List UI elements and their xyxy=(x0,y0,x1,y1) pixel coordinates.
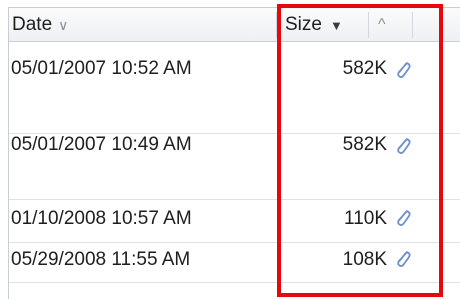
size-column-label: Size xyxy=(285,14,322,35)
column-header-bar: Date ∨ Size ▼ ^ xyxy=(8,7,460,42)
sort-descending-icon: ▼ xyxy=(329,18,343,33)
row-size: 108K xyxy=(342,249,387,270)
size-column-header[interactable]: Size ▼ xyxy=(285,8,343,41)
column-divider[interactable] xyxy=(412,12,413,38)
row-size: 582K xyxy=(342,134,387,155)
row-date: 05/01/2007 10:49 AM xyxy=(11,134,192,155)
paperclip-icon xyxy=(397,138,411,154)
row-date: 05/29/2008 11:55 AM xyxy=(11,249,191,270)
paperclip-icon xyxy=(397,62,411,78)
row-date: 05/01/2007 10:52 AM xyxy=(11,58,192,79)
chevron-down-icon[interactable]: ∨ xyxy=(58,17,68,33)
chevron-up-icon[interactable]: ^ xyxy=(378,8,386,41)
paperclip-icon xyxy=(397,251,411,267)
table-row[interactable]: 05/01/2007 10:49 AM 582K xyxy=(9,134,460,200)
row-separator xyxy=(9,282,460,283)
date-column-label: Date xyxy=(12,14,53,35)
table-row[interactable]: 01/10/2008 10:57 AM 110K xyxy=(9,200,460,243)
column-divider[interactable] xyxy=(368,12,369,38)
table-row[interactable]: 05/01/2007 10:52 AM 582K xyxy=(9,54,460,134)
paperclip-icon xyxy=(397,210,411,226)
date-column-header[interactable]: Date ∨ xyxy=(12,8,68,41)
row-size: 582K xyxy=(342,58,387,79)
message-list: Date ∨ Size ▼ ^ 05/01/2007 10:52 AM 582K 0… xyxy=(0,0,460,299)
row-date: 01/10/2008 10:57 AM xyxy=(11,208,192,229)
row-size: 110K xyxy=(344,208,387,229)
column-divider[interactable] xyxy=(276,12,277,38)
table-row[interactable]: 05/29/2008 11:55 AM 108K xyxy=(9,243,460,283)
